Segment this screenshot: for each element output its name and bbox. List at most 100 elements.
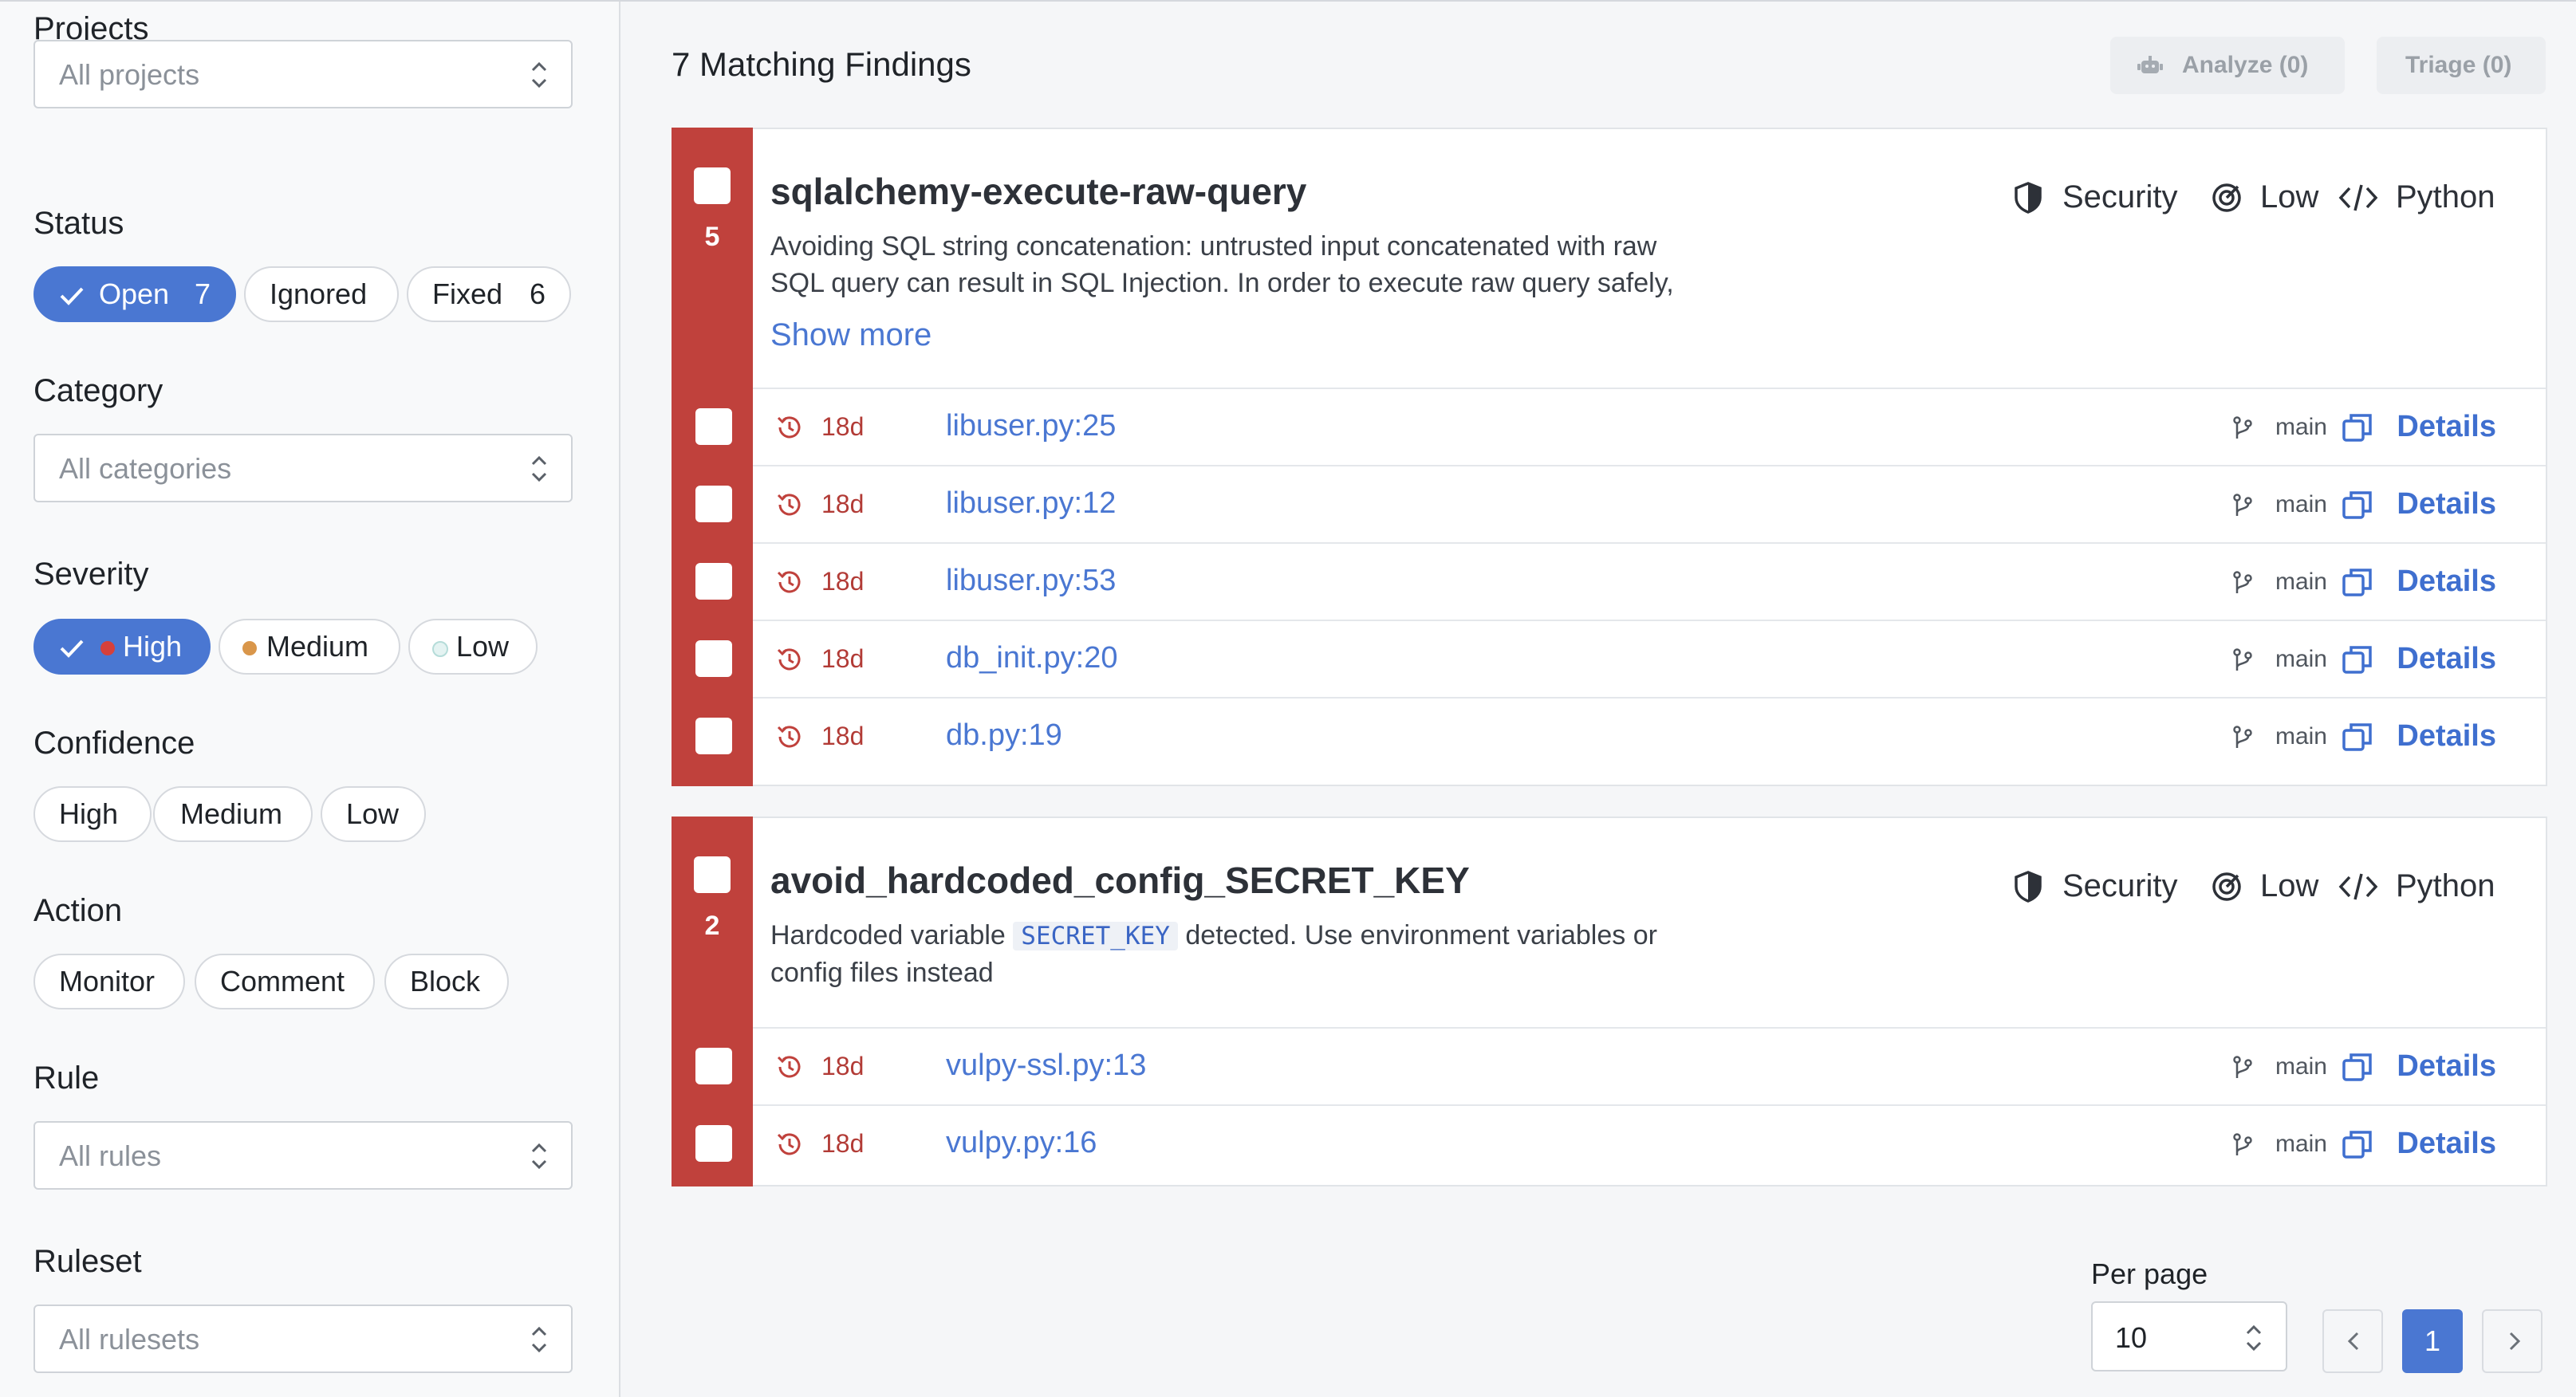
status-open-label: Open [99,277,170,310]
ruleset-label: Ruleset [33,1244,142,1279]
finding-age: 18d [821,1052,865,1080]
status-ignored-label: Ignored [270,277,368,310]
details-link[interactable]: Details [2397,716,2496,756]
prev-page-button[interactable] [2322,1309,2383,1373]
confidence-medium-pill[interactable]: Medium [153,786,313,842]
severity-label: Severity [33,557,149,592]
finding-card: 2 avoid_hardcoded_config_SECRET_KEY Hard… [672,817,2547,1186]
category-select[interactable]: All categories [33,434,573,502]
severity-low-pill[interactable]: Low [408,619,538,675]
history-icon [777,494,801,516]
rule-language: Python [2396,179,2495,214]
status-ignored-pill[interactable]: Ignored [244,266,399,322]
action-comment-pill[interactable]: Comment [195,954,375,1009]
projects-select[interactable]: All projects [33,40,573,108]
open-details-icon [2342,491,2372,519]
finding-age: 18d [821,412,865,441]
code-token: SECRET_KEY [1013,922,1178,950]
show-more-link[interactable]: Show more [770,316,932,354]
code-icon [2338,184,2378,211]
details-link[interactable]: Details [2397,484,2496,524]
chevron-updown-icon [531,61,547,89]
next-page-button[interactable] [2482,1309,2543,1373]
action-comment-label: Comment [220,965,345,998]
finding-row[interactable]: 18d libuser.py:12 main Details [695,465,2546,541]
status-fixed-pill[interactable]: Fixed 6 [407,266,571,322]
status-open-pill[interactable]: Open 7 [33,266,236,322]
confidence-medium-label: Medium [180,797,283,830]
ruleset-select-placeholder: All rulesets [59,1323,200,1356]
filters-sidebar: Projects All projects Status Open 7 Igno… [0,2,620,1397]
branch-name: main [2275,569,2327,595]
per-page-label: Per page [2091,1257,2208,1290]
branch-name: main [2275,414,2327,440]
robot-icon [2137,56,2163,73]
finding-row[interactable]: 18d db.py:19 main Details [695,697,2546,773]
confidence-high-pill[interactable]: High [33,786,152,842]
history-icon [777,648,801,671]
severity-high-pill[interactable]: High [33,619,211,675]
git-branch-icon [2233,648,2252,671]
action-block-pill[interactable]: Block [384,954,509,1009]
severity-medium-pill[interactable]: Medium [219,619,400,675]
branch-name: main [2275,491,2327,517]
finding-row[interactable]: 18d libuser.py:25 main Details [695,388,2546,464]
file-location-link[interactable]: db_init.py:20 [946,639,1118,677]
rule-description-line: config files instead [770,958,994,988]
severity-high-dot [100,641,115,655]
open-details-icon [2342,723,2372,751]
finding-age: 18d [821,1129,865,1158]
git-branch-icon [2233,571,2252,593]
page-button-current[interactable]: 1 [2402,1309,2463,1373]
rule-title[interactable]: sqlalchemy-execute-raw-query [770,169,1306,214]
file-location-link[interactable]: libuser.py:12 [946,484,1116,522]
severity-medium-dot [242,641,257,655]
file-location-link[interactable]: db.py:19 [946,716,1062,754]
category-select-placeholder: All categories [59,452,232,485]
details-link[interactable]: Details [2397,1046,2496,1086]
details-link[interactable]: Details [2397,639,2496,679]
file-location-link[interactable]: vulpy-ssl.py:13 [946,1046,1146,1084]
file-location-link[interactable]: libuser.py:25 [946,407,1116,445]
finding-row[interactable]: 18d vulpy.py:16 main Details [695,1104,2546,1181]
chevron-updown-icon [2246,1324,2262,1352]
git-branch-icon [2233,416,2252,439]
file-location-link[interactable]: libuser.py:53 [946,561,1116,600]
finding-count: 5 [704,222,720,252]
analyze-button[interactable]: Analyze (0) [2110,37,2345,94]
row-checkbox[interactable] [695,718,732,754]
finding-row[interactable]: 18d libuser.py:53 main Details [695,542,2546,619]
details-link[interactable]: Details [2397,561,2496,601]
rule-category: Security [2062,179,2178,214]
triage-button[interactable]: Triage (0) [2377,37,2546,94]
confidence-high-label: High [59,797,119,830]
row-checkbox[interactable] [695,408,732,445]
rule-select[interactable]: All rules [33,1121,573,1190]
per-page-value: 10 [2115,1321,2148,1354]
select-group-checkbox[interactable] [694,167,731,204]
action-monitor-pill[interactable]: Monitor [33,954,185,1009]
details-link[interactable]: Details [2397,1124,2496,1163]
row-checkbox[interactable] [695,486,732,522]
details-link[interactable]: Details [2397,407,2496,447]
rule-title[interactable]: avoid_hardcoded_config_SECRET_KEY [770,858,1470,903]
row-checkbox[interactable] [695,563,732,600]
file-location-link[interactable]: vulpy.py:16 [946,1124,1097,1162]
rule-description-text: detected. Use environment variables or [1185,920,1657,950]
branch-name: main [2275,646,2327,672]
select-group-checkbox[interactable] [694,856,731,893]
code-icon [2338,873,2378,900]
confidence-low-pill[interactable]: Low [321,786,426,842]
finding-row[interactable]: 18d vulpy-ssl.py:13 main Details [695,1027,2546,1104]
shield-icon [2015,182,2042,214]
ruleset-select[interactable]: All rulesets [33,1305,573,1373]
rule-select-placeholder: All rules [59,1139,162,1172]
rule-description-line: Avoiding SQL string concatenation: untru… [770,231,1657,262]
per-page-select[interactable]: 10 [2091,1301,2287,1371]
row-checkbox[interactable] [695,640,732,677]
finding-row[interactable]: 18d db_init.py:20 main Details [695,620,2546,696]
row-checkbox[interactable] [695,1125,732,1162]
row-checkbox[interactable] [695,1048,732,1084]
findings-count-title: 7 Matching Findings [672,45,971,83]
severity-high-bar: 5 [672,128,753,786]
